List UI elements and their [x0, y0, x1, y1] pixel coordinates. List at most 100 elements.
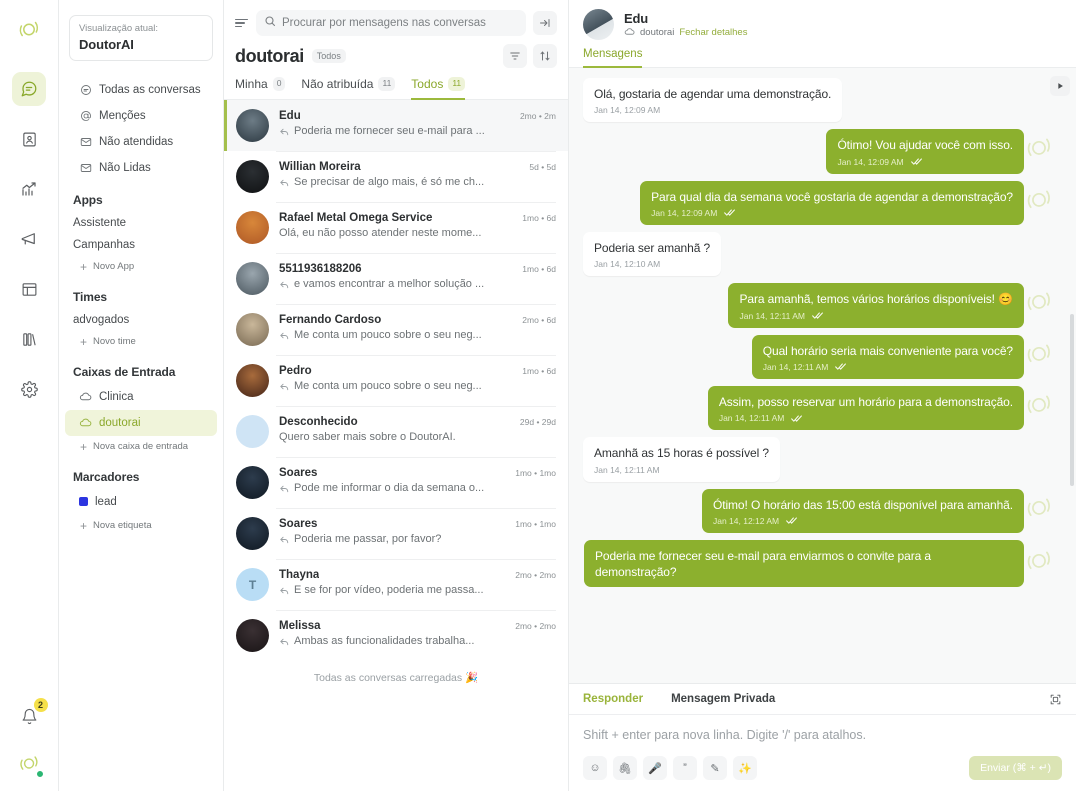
microphone-icon[interactable]: 🎤 — [643, 756, 667, 780]
message-row: Qual horário seria mais conveniente para… — [583, 334, 1062, 379]
outgoing-message-bubble[interactable]: Ótimo! Vou ajudar você com isso. Jan 14, … — [826, 129, 1024, 174]
conversation-item[interactable]: T Thayna 2mo • 2mo E se for por vídeo, pode… — [224, 559, 568, 610]
add-inbox-button[interactable]: + Nova caixa de entrada — [59, 436, 223, 458]
message-timestamp: Jan 14, 12:09 AM — [594, 105, 661, 116]
incoming-message-bubble[interactable]: Olá, gostaria de agendar uma demonstraçã… — [583, 78, 843, 123]
rail-item-contacts[interactable] — [12, 122, 46, 156]
conversation-timestamp: 2mo • 2mo — [515, 570, 556, 580]
conversation-item[interactable]: Soares 1mo • 1mo Poderia me passar, por fa… — [224, 508, 568, 559]
incoming-message-bubble[interactable]: Poderia ser amanhã ? Jan 14, 12:10 AM — [583, 231, 722, 277]
message-meta: Jan 14, 12:09 AM — [837, 157, 1013, 167]
rail-item-conversations[interactable] — [12, 72, 46, 106]
conversation-timestamp: 1mo • 6d — [522, 264, 556, 274]
composer-toolbar: ☺ 🖇 🎤” ✎ ✨ Enviar (⌘ + ↵) — [569, 742, 1076, 791]
outgoing-message-bubble[interactable]: Para qual dia da semana você gostaria de… — [640, 180, 1024, 225]
sidebar-item-todas-as-conversas[interactable]: Todas as conversas — [65, 77, 217, 103]
rail-item-portal[interactable] — [12, 272, 46, 306]
message-row: Poderia ser amanhã ? Jan 14, 12:10 AM — [583, 231, 1062, 277]
sidebar-item-mencoes[interactable]: Menções — [65, 103, 217, 129]
sidebar-item-nao-atendidas[interactable]: Não atendidas — [65, 129, 217, 155]
conversation-item[interactable]: Fernando Cardoso 2mo • 6d Me conta um pouc… — [224, 304, 568, 355]
collapse-panel-button[interactable] — [533, 11, 557, 35]
outgoing-message-bubble[interactable]: Assim, posso reservar um horário para a … — [707, 385, 1024, 431]
sidebar-item-inbox-clinica[interactable]: Clinica — [65, 384, 217, 410]
message-meta: Jan 14, 12:09 AM — [594, 105, 831, 115]
attachment-icon[interactable]: 🖇 — [613, 756, 637, 780]
conversation-name: Desconhecido — [279, 416, 358, 428]
conversation-list[interactable]: Edu 2mo • 2m Poderia me fornecer seu e-mai… — [224, 100, 568, 791]
sidebar-item-inbox-doutorai[interactable]: doutorai — [65, 409, 217, 436]
message-text: Ótimo! Vou ajudar você com isso. — [837, 138, 1013, 153]
conversation-preview: Poderia me passar, por favor? — [279, 533, 556, 545]
avatar[interactable] — [583, 9, 614, 40]
outgoing-message-bubble[interactable]: Qual horário seria mais conveniente para… — [751, 334, 1024, 379]
sort-button[interactable] — [533, 44, 557, 68]
tab-todos[interactable]: Todos 11 — [411, 77, 466, 100]
toggle-details-link[interactable]: Fechar detalhes — [679, 27, 747, 38]
sidebar-item-label-lead[interactable]: lead — [65, 489, 217, 515]
conversation-item[interactable]: Rafael Metal Omega Service 1mo • 6d Olá, e… — [224, 202, 568, 253]
conversation-item[interactable]: Melissa 2mo • 2mo Ambas as funcionalidades… — [224, 610, 568, 661]
messages-container[interactable]: Olá, gostaria de agendar uma demonstraçã… — [569, 68, 1076, 683]
conversation-item[interactable]: Pedro 1mo • 6d Me conta um pouco sobre o s… — [224, 355, 568, 406]
emoji-icon[interactable]: ☺ — [583, 756, 607, 780]
rail-item-reports[interactable] — [12, 172, 46, 206]
rail-item-settings[interactable] — [12, 372, 46, 406]
message-timestamp: Jan 14, 12:11 AM — [718, 413, 785, 424]
expand-composer-icon[interactable] — [1049, 693, 1062, 706]
conversation-preview: Ambas as funcionalidades trabalha... — [279, 635, 556, 647]
user-avatar[interactable] — [15, 749, 45, 779]
search-input[interactable] — [282, 17, 518, 29]
tab-mensagem-privada[interactable]: Mensagem Privada — [671, 693, 775, 705]
sidebar-item-assistente[interactable]: Assistente — [59, 212, 223, 234]
conversation-name: Soares — [279, 518, 318, 530]
contact-name: Edu — [624, 10, 648, 26]
sidebar-item-campanhas[interactable]: Campanhas — [59, 234, 223, 256]
conversation-name: Soares — [279, 467, 318, 479]
conversation-item[interactable]: 5511936188206 1mo • 6d e vamos encontrar a… — [224, 253, 568, 304]
current-view-selector[interactable]: Visualização atual: DoutorAI — [69, 15, 213, 61]
canned-response-icon[interactable]: ” — [673, 756, 697, 780]
messages-scrollbar[interactable] — [1070, 68, 1075, 683]
conversation-timestamp: 1mo • 6d — [522, 366, 556, 376]
outgoing-message-bubble[interactable]: Poderia me fornecer seu e-mail para envi… — [584, 539, 1024, 588]
filter-button[interactable] — [503, 44, 527, 68]
search-box[interactable] — [256, 10, 526, 36]
chat-tabs: Mensagens — [569, 40, 1076, 68]
send-button[interactable]: Enviar (⌘ + ↵) — [969, 756, 1062, 780]
add-app-button[interactable]: + Novo App — [59, 256, 223, 278]
signature-icon[interactable]: ✎ — [703, 756, 727, 780]
sidebar-label: lead — [95, 495, 117, 508]
add-label-button[interactable]: + Nova etiqueta — [59, 515, 223, 537]
rail-item-campaigns[interactable] — [12, 222, 46, 256]
conversation-item[interactable]: Willian Moreira 5d • 5d Se precisar de alg… — [224, 151, 568, 202]
add-team-button[interactable]: + Novo time — [59, 331, 223, 353]
outgoing-message-bubble[interactable]: Ótimo! O horário das 15:00 está disponív… — [701, 488, 1024, 533]
incoming-message-bubble[interactable]: Amanhã as 15 horas é possível ? Jan 14, 1… — [583, 437, 781, 482]
tab-mensagens[interactable]: Mensagens — [583, 48, 643, 68]
app-logo[interactable] — [9, 10, 49, 50]
reply-arrow-icon — [279, 279, 290, 290]
conversation-item[interactable]: Soares 1mo • 1mo Pode me informar o dia da… — [224, 457, 568, 508]
conversation-item[interactable]: Edu 2mo • 2m Poderia me fornecer seu e-mai… — [224, 100, 568, 151]
message-row: Para amanhã, temos vários horários dispo… — [583, 283, 1062, 328]
conversation-preview-text: Olá, eu não posso atender neste mome... — [279, 227, 482, 239]
conversation-item[interactable]: Desconhecido 29d • 29d Quero saber mais so… — [224, 406, 568, 457]
conversation-body: 5511936188206 1mo • 6d e vamos encontrar a… — [279, 262, 556, 290]
notifications-button[interactable]: 2 — [15, 698, 48, 731]
composer-input-area[interactable]: Shift + enter para nova linha. Digite '/… — [569, 715, 1076, 742]
sidebar-item-nao-lidas[interactable]: Não Lidas — [65, 155, 217, 181]
tab-responder[interactable]: Responder — [583, 693, 643, 705]
rail-item-help-center[interactable] — [12, 322, 46, 356]
plus-icon: + — [80, 439, 88, 454]
message-meta: Jan 14, 12:11 AM — [594, 465, 769, 475]
sidebar-item-advogados[interactable]: advogados — [59, 309, 223, 331]
ai-assist-icon[interactable]: ✨ — [733, 756, 757, 780]
conversation-top: Soares 1mo • 1mo — [279, 467, 556, 479]
composer-tabs: Responder Mensagem Privada — [569, 684, 1076, 715]
tab-minha[interactable]: Minha 0 — [235, 77, 286, 100]
tab-nao-atribuida[interactable]: Não atribuída 11 — [301, 77, 396, 100]
conversation-top: 5511936188206 1mo • 6d — [279, 263, 556, 275]
menu-icon[interactable] — [235, 18, 249, 28]
outgoing-message-bubble[interactable]: Para amanhã, temos vários horários dispo… — [728, 283, 1024, 328]
